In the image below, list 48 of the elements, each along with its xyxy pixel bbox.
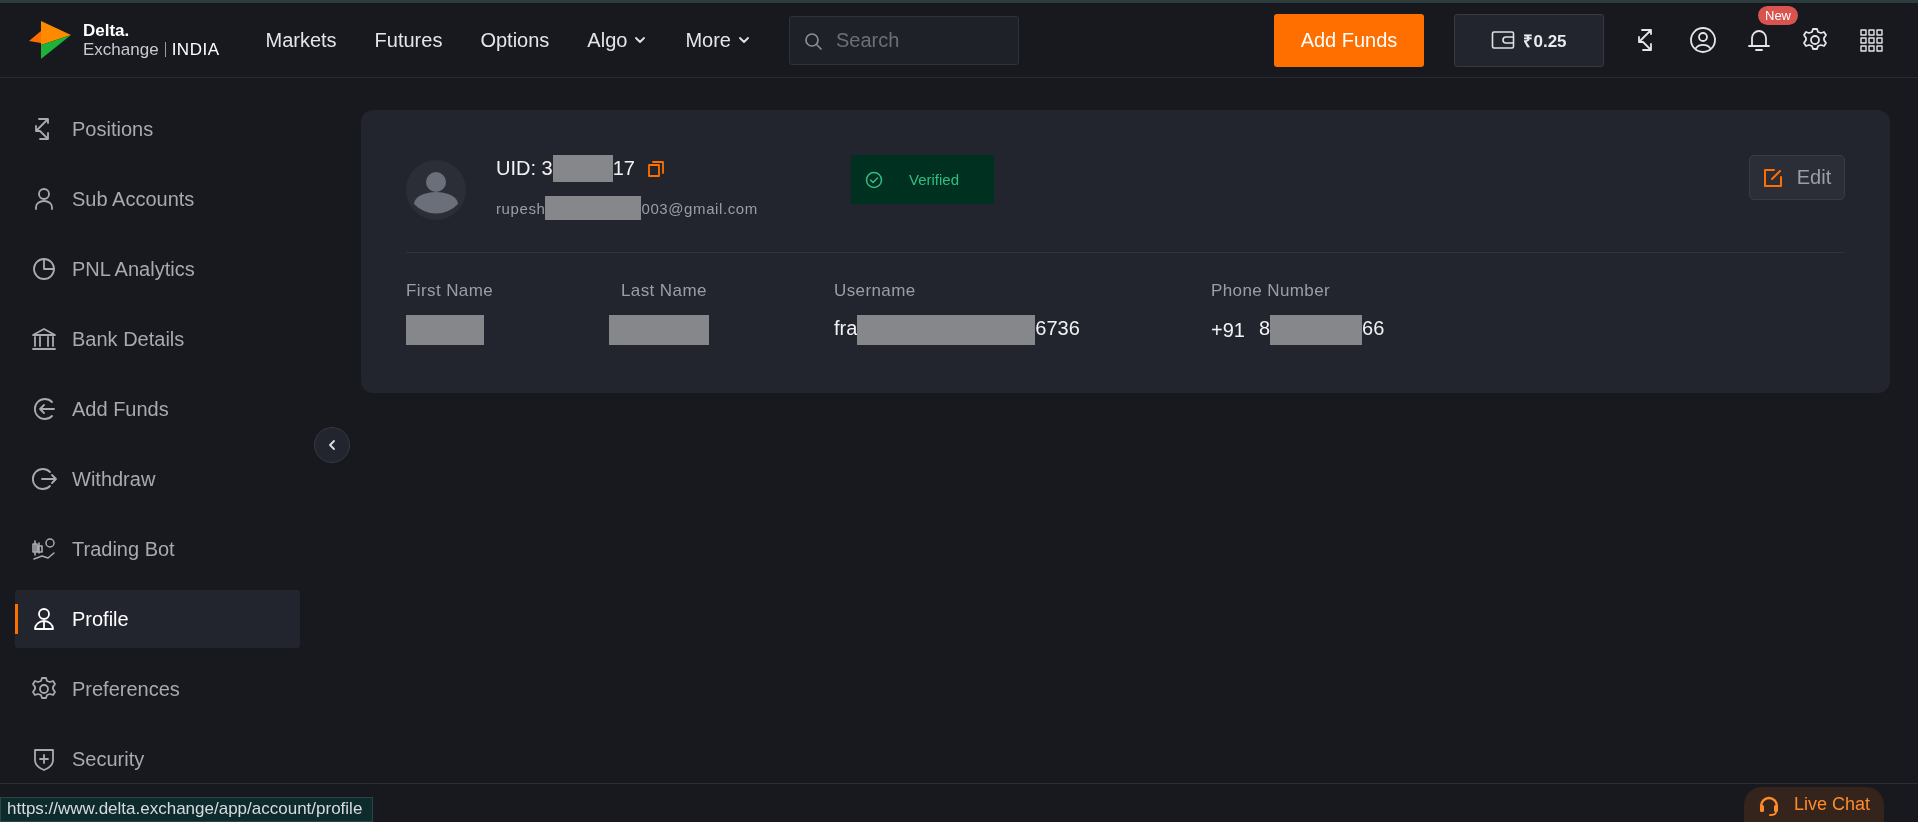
candlestick-icon — [30, 535, 58, 563]
field-value: 8 66 — [1258, 315, 1385, 345]
avatar-icon — [406, 160, 466, 220]
collapse-button[interactable] — [314, 427, 350, 463]
check-circle-icon — [865, 170, 883, 189]
nav-dropdown[interactable]: Algo — [587, 28, 648, 52]
sidebar-item[interactable]: Positions — [15, 100, 300, 158]
sidebar-item[interactable]: Trading Bot — [15, 520, 300, 578]
field-label: Username — [834, 281, 917, 301]
live-chat-button[interactable]: Live Chat — [1744, 787, 1884, 822]
sidebar-item[interactable]: Bank Details — [15, 310, 300, 368]
bell-icon[interactable] — [1748, 30, 1770, 51]
field-label: Phone Number — [1211, 281, 1332, 301]
field-label: First Name — [406, 281, 495, 301]
sidebar-item[interactable]: Withdraw — [15, 450, 300, 508]
edit-icon — [1762, 167, 1783, 188]
sidebar-item[interactable]: PNL Analytics — [15, 240, 300, 298]
nav-link[interactable]: Markets — [265, 28, 337, 52]
email-text: rupesh 003@gmail.com — [496, 196, 816, 220]
bank-icon — [30, 325, 58, 353]
search-icon — [802, 30, 823, 51]
country-code: +91 — [1211, 318, 1245, 342]
sidebar-item[interactable]: Sub Accounts — [15, 170, 300, 228]
nav-dropdown[interactable]: More — [685, 28, 751, 52]
wallet-icon — [1491, 30, 1516, 50]
nav-link[interactable]: Options — [480, 28, 550, 52]
arrow-out-circle-icon — [30, 465, 58, 493]
field-label: Last Name — [621, 281, 708, 301]
uid-text: UID: 3 17 — [496, 155, 635, 182]
logo-icon[interactable] — [27, 19, 73, 61]
verified-badge: Verified — [851, 155, 994, 204]
edit-button[interactable]: Edit — [1749, 155, 1845, 200]
nav-link[interactable]: Futures — [374, 28, 443, 52]
pie-chart-icon — [30, 255, 58, 283]
sidebar-item[interactable]: Add Funds — [15, 380, 300, 438]
sidebar-item[interactable]: Profile — [15, 590, 300, 648]
new-badge: New — [1758, 6, 1798, 25]
wallet-button[interactable]: ₹0.25 — [1454, 13, 1604, 67]
account-icon[interactable] — [1688, 25, 1718, 55]
field-value: fra 6736 — [834, 315, 1080, 345]
status-url: https://www.delta.exchange/app/account/profile — [0, 797, 374, 822]
brand-name: Delta. — [83, 21, 131, 40]
brand-region: INDIA — [171, 40, 220, 59]
sidebar-item[interactable]: Preferences — [15, 660, 300, 718]
sidebar-item[interactable]: Security — [15, 730, 300, 788]
copy-icon[interactable] — [646, 159, 665, 178]
brand-text: Exchange — [83, 40, 159, 59]
search-field[interactable]: Search — [788, 15, 1019, 65]
